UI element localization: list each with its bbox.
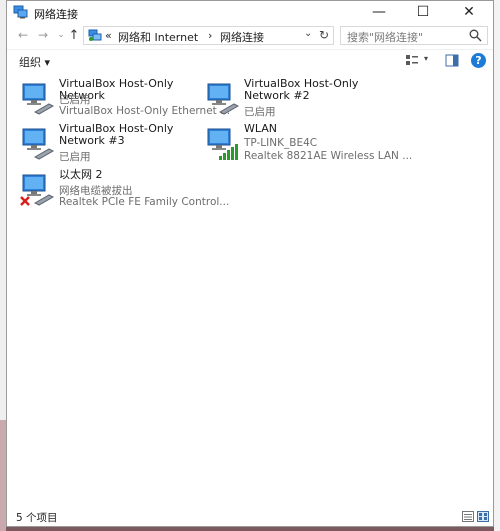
connection-status: 已启用: [244, 106, 276, 118]
ethernet-unplugged-icon: [20, 174, 55, 206]
search-input[interactable]: 搜索"网络连接": [340, 26, 488, 45]
breadcrumb-separator[interactable]: ›: [208, 29, 212, 42]
command-bar: 组织 ▾ ▾ ?: [7, 49, 493, 72]
help-icon[interactable]: ?: [471, 53, 486, 68]
connection-name: VirtualBox Host-Only Network #2: [244, 77, 359, 102]
control-panel-icon: [88, 29, 102, 41]
breadcrumb-network-connections[interactable]: 网络连接: [220, 29, 264, 45]
search-placeholder: 搜索"网络连接": [347, 31, 424, 44]
address-overflow-chevron[interactable]: «: [105, 29, 112, 42]
address-bar[interactable]: « 网络和 Internet › 网络连接 ⌄ ↻: [83, 26, 334, 45]
ethernet-adapter-icon: [22, 83, 55, 115]
window-title: 网络连接: [34, 8, 78, 21]
connection-name: VirtualBox Host-Only Network #3: [59, 122, 174, 147]
title-bar: 网络连接 — ☐ ✕: [7, 1, 493, 23]
list-item[interactable]: 以太网 2 网络电缆被拔出 Realtek PCIe FE Family Con…: [19, 169, 229, 214]
maximize-button[interactable]: ☐: [401, 1, 445, 23]
preview-pane-icon[interactable]: [445, 54, 459, 67]
change-view-icon[interactable]: [405, 54, 419, 67]
connection-name: WLAN: [244, 122, 278, 135]
details-view-icon[interactable]: [462, 511, 474, 522]
minimize-button[interactable]: —: [357, 1, 401, 23]
connection-status: 已启用: [59, 151, 91, 163]
background-window-right: [494, 0, 500, 531]
status-bar: 5 个项目: [7, 506, 493, 526]
connection-device: Realtek 8821AE Wireless LAN ...: [244, 150, 413, 162]
view-options-caret[interactable]: ▾: [424, 54, 428, 63]
ethernet-adapter-icon: [22, 128, 55, 160]
connection-device: Realtek PCIe FE Family Control...: [59, 196, 230, 208]
connection-name: 以太网 2: [59, 168, 103, 181]
organize-button[interactable]: 组织 ▾: [19, 54, 50, 70]
close-button[interactable]: ✕: [447, 1, 491, 23]
large-icons-view-icon[interactable]: [477, 511, 489, 522]
forward-button[interactable]: →: [35, 27, 51, 43]
network-connections-window: 网络连接 — ☐ ✕ ← → ⌄ ↑ « 网络和 Internet › 网络连接…: [6, 0, 494, 527]
network-connections-icon: [13, 5, 28, 19]
list-item[interactable]: VirtualBox Host-Only Network #2 已启用: [204, 78, 389, 123]
ethernet-adapter-icon: [207, 83, 240, 115]
search-icon[interactable]: [469, 29, 482, 42]
refresh-icon[interactable]: ↻: [319, 28, 329, 42]
list-item[interactable]: VirtualBox Host-Only Network 已启用 Virtual…: [19, 78, 230, 123]
connection-ssid: TP-LINK_BE4C: [244, 137, 318, 149]
item-count: 5 个项目: [16, 512, 58, 524]
wifi-adapter-icon: [207, 128, 238, 160]
list-item[interactable]: WLAN TP-LINK_BE4C Realtek 8821AE Wireles…: [204, 123, 412, 168]
address-dropdown-icon[interactable]: ⌄: [304, 28, 312, 39]
back-button[interactable]: ←: [15, 27, 31, 43]
breadcrumb-network-internet[interactable]: 网络和 Internet: [118, 29, 198, 45]
up-button[interactable]: ↑: [66, 27, 82, 43]
list-item[interactable]: VirtualBox Host-Only Network #3 已启用: [19, 123, 204, 168]
